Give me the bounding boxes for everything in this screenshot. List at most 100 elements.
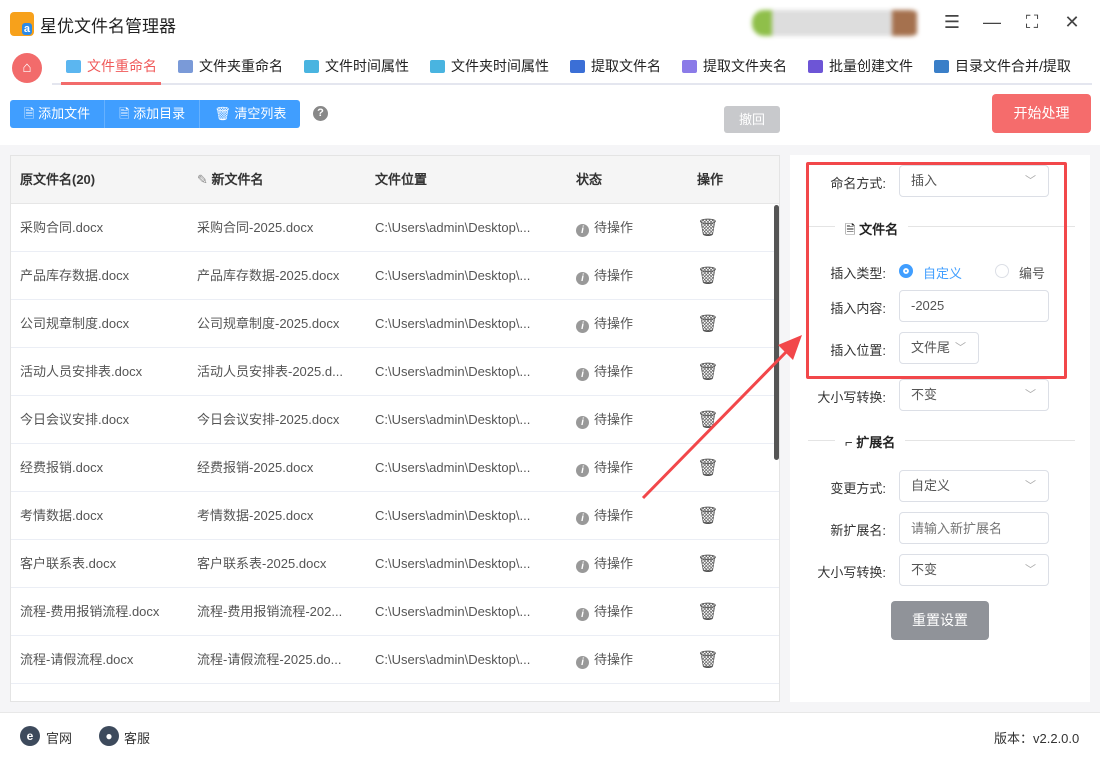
add-file-label: 添加文件 (38, 106, 91, 121)
insert-content-input[interactable]: -2025 (899, 290, 1049, 322)
status: i 待操作 (576, 204, 633, 251)
file-button-group: 🗎 添加文件 🗎 添加目录 🗑 清空列表 (10, 100, 301, 128)
new-name: 流程-请假流程-2025.do... (197, 652, 342, 667)
delete-icon[interactable]: 🗑 (697, 204, 719, 251)
table-row[interactable]: 公司规章制度.docx 公司规章制度-2025.docx C:\Users\ad… (11, 300, 779, 348)
tab-0[interactable]: 文件重命名 (66, 56, 157, 76)
app-logo: a (10, 12, 34, 36)
tab-4[interactable]: 提取文件名 (570, 56, 661, 76)
tab-label: 批量创建文件 (829, 58, 913, 74)
maximize-button[interactable]: ⛶ (1020, 10, 1044, 34)
home-button[interactable]: ⌂ (12, 53, 42, 83)
tab-2[interactable]: 文件时间属性 (304, 56, 409, 76)
chevron-down-icon: ﹀ (1025, 175, 1036, 187)
table-row[interactable]: 客户联系表.docx 客户联系表-2025.docx C:\Users\admi… (11, 540, 779, 588)
help-icon[interactable]: ? (313, 106, 328, 121)
delete-icon[interactable]: 🗑 (697, 252, 719, 299)
delete-icon[interactable]: 🗑 (697, 348, 719, 395)
table-header: 原文件名(20) ✎ 新文件名 文件位置 状态 操作 (11, 156, 779, 204)
header-location: 文件位置 (375, 172, 428, 187)
user-avatar[interactable] (752, 10, 922, 36)
naming-method-label: 命名方式: (830, 176, 886, 191)
website-link[interactable]: 官网 (46, 728, 72, 747)
chevron-down-icon: ﹀ (1025, 564, 1036, 576)
minimize-button[interactable]: — (980, 10, 1004, 34)
table-row[interactable]: 今日会议安排.docx 今日会议安排-2025.docx C:\Users\ad… (11, 396, 779, 444)
new-name: 考情数据-2025.docx (197, 508, 314, 523)
table-row[interactable]: 活动人员安排表.docx 活动人员安排表-2025.d... C:\Users\… (11, 348, 779, 396)
insert-position-select[interactable]: 文件尾 ﹀ (899, 332, 979, 364)
add-directory-button[interactable]: 🗎 添加目录 (105, 100, 201, 128)
tab-label: 文件夹时间属性 (451, 58, 549, 74)
settings-icon[interactable]: ☰ (940, 10, 964, 34)
tab-3[interactable]: 文件夹时间属性 (430, 56, 549, 76)
new-ext-input[interactable] (899, 512, 1049, 544)
radio-number-label[interactable]: 编号 (1019, 263, 1045, 282)
status: i 待操作 (576, 300, 633, 347)
radio-custom-label[interactable]: 自定义 (923, 263, 962, 282)
new-name: 采购合同-2025.docx (197, 220, 314, 235)
header-status: 状态 (576, 172, 603, 187)
delete-icon[interactable]: 🗑 (697, 492, 719, 539)
undo-button[interactable]: 撤回 (724, 106, 780, 133)
delete-icon[interactable]: 🗑 (697, 300, 719, 347)
insert-type-label: 插入类型: (830, 266, 886, 281)
support-link[interactable]: 客服 (124, 728, 150, 747)
info-icon: i (576, 224, 589, 237)
tab-6[interactable]: 批量创建文件 (808, 56, 913, 76)
tab-label: 提取文件名 (591, 58, 661, 74)
close-button[interactable]: ✕ (1060, 10, 1084, 34)
table-row[interactable]: 流程-费用报销流程.docx 流程-费用报销流程-202... C:\Users… (11, 588, 779, 636)
table-row[interactable]: 经费报销.docx 经费报销-2025.docx C:\Users\admin\… (11, 444, 779, 492)
table-scrollbar[interactable] (774, 205, 779, 460)
status: i 待操作 (576, 492, 633, 539)
table-row[interactable]: 流程-请假流程.docx 流程-请假流程-2025.do... C:\Users… (11, 636, 779, 684)
file-table: 原文件名(20) ✎ 新文件名 文件位置 状态 操作 采购合同.docx 采购合… (10, 155, 780, 702)
clear-list-button[interactable]: 🗑 清空列表 (200, 100, 301, 128)
ext-case-select[interactable]: 不变 ﹀ (899, 554, 1049, 586)
original-name: 考情数据.docx (20, 508, 104, 523)
naming-method-select[interactable]: 插入 ﹀ (899, 165, 1049, 197)
original-name: 采购合同.docx (20, 220, 104, 235)
info-icon: i (576, 464, 589, 477)
tab-7[interactable]: 目录文件合并/提取 (934, 56, 1071, 76)
tab-1[interactable]: 文件夹重命名 (178, 56, 283, 76)
radio-custom[interactable] (899, 264, 913, 278)
tab-icon (808, 59, 823, 73)
start-processing-button[interactable]: 开始处理 (992, 94, 1091, 133)
table-row[interactable]: 采购合同.docx 采购合同-2025.docx C:\Users\admin\… (11, 204, 779, 252)
add-directory-label: 添加目录 (133, 106, 186, 121)
delete-icon[interactable]: 🗑 (697, 636, 719, 683)
original-name: 流程-请假流程.docx (20, 652, 134, 667)
case-select[interactable]: 不变 ﹀ (899, 379, 1049, 411)
file-location: C:\Users\admin\Desktop\... (375, 220, 531, 235)
delete-icon[interactable]: 🗑 (697, 444, 719, 491)
table-row-partial (11, 684, 779, 701)
ext-change-select[interactable]: 自定义 ﹀ (899, 470, 1049, 502)
support-icon[interactable]: ● (99, 726, 119, 746)
table-row[interactable]: 产品库存数据.docx 产品库存数据-2025.docx C:\Users\ad… (11, 252, 779, 300)
document-icon: 🗎 (845, 222, 860, 237)
extension-icon: ⌐ (845, 435, 857, 450)
insert-position-label: 插入位置: (830, 343, 886, 358)
reset-settings-button[interactable]: 重置设置 (891, 601, 989, 640)
original-name: 客户联系表.docx (20, 556, 117, 571)
ext-case-label: 大小写转换: (817, 565, 886, 580)
add-file-button[interactable]: 🗎 添加文件 (10, 100, 106, 128)
header-original-name: 原文件名(20) (20, 172, 96, 187)
delete-icon[interactable]: 🗑 (697, 588, 719, 635)
chevron-down-icon: ﹀ (955, 342, 966, 354)
table-row[interactable]: 考情数据.docx 考情数据-2025.docx C:\Users\admin\… (11, 492, 779, 540)
new-name: 今日会议安排-2025.docx (197, 412, 340, 427)
tab-icon (570, 59, 585, 73)
file-location: C:\Users\admin\Desktop\... (375, 556, 531, 571)
radio-number[interactable] (995, 264, 1009, 278)
info-icon: i (576, 272, 589, 285)
delete-icon[interactable]: 🗑 (697, 396, 719, 443)
tab-icon (934, 59, 949, 73)
delete-icon[interactable]: 🗑 (697, 540, 719, 587)
new-name: 流程-费用报销流程-202... (197, 604, 343, 619)
website-icon[interactable]: e (20, 726, 40, 746)
info-icon: i (576, 512, 589, 525)
tab-5[interactable]: 提取文件夹名 (682, 56, 787, 76)
